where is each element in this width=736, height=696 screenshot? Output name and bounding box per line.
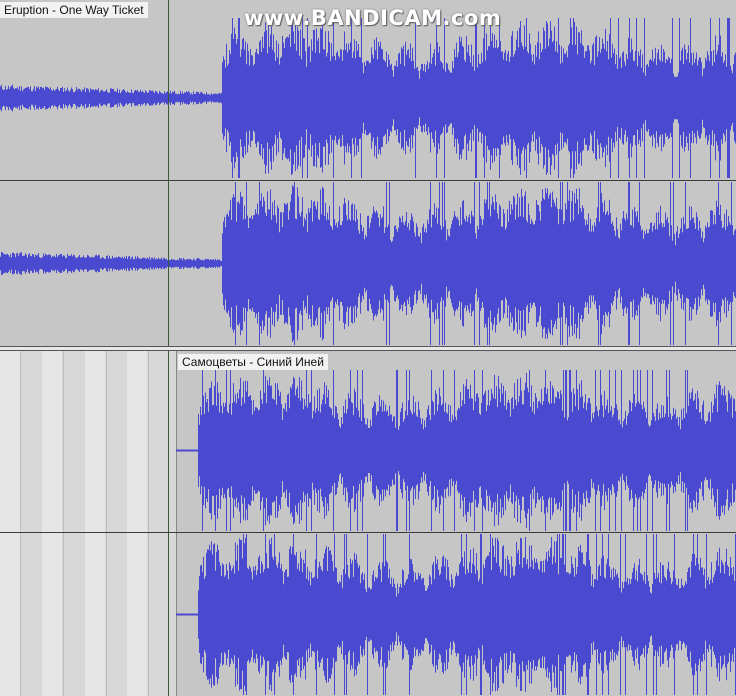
empty-region-stripe	[85, 351, 105, 696]
empty-region-stripe	[42, 351, 62, 696]
empty-region-line	[20, 351, 21, 696]
waveform-channel-right[interactable]	[0, 181, 736, 346]
empty-region-line	[106, 351, 107, 696]
position-marker	[168, 351, 169, 696]
channel-divider	[0, 532, 736, 533]
waveform-channel-left[interactable]	[176, 369, 736, 532]
empty-region-stripe	[127, 351, 147, 696]
empty-region-stripe	[0, 351, 20, 696]
waveform-channel-right[interactable]	[176, 533, 736, 696]
empty-region-line	[63, 351, 64, 696]
bandicam-watermark: www.BANDICAM.com	[244, 6, 502, 30]
waveform-channel-left[interactable]	[0, 17, 736, 179]
empty-region-line	[148, 351, 149, 696]
position-marker	[168, 0, 169, 346]
channel-divider	[0, 180, 736, 181]
track-1[interactable]: Eruption - One Way Ticket	[0, 0, 736, 346]
clip-2-name[interactable]: Самоцветы - Синий Иней	[178, 354, 328, 370]
clip-1-name[interactable]: Eruption - One Way Ticket	[0, 2, 148, 18]
track-2[interactable]: Самоцветы - Синий Иней	[0, 351, 736, 696]
